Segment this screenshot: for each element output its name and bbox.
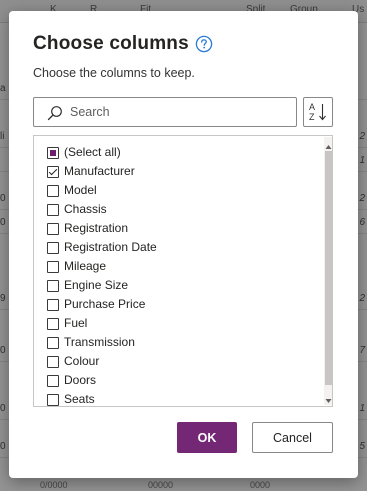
column-item[interactable]: Purchase Price [47, 295, 307, 313]
scroll-thumb[interactable] [325, 151, 332, 385]
column-item[interactable]: Colour [47, 352, 307, 370]
column-item[interactable]: Engine Size [47, 276, 307, 294]
checkbox[interactable] [47, 299, 59, 311]
column-item-label: Registration Date [64, 240, 157, 254]
ok-button[interactable]: OK [177, 422, 237, 453]
column-item-label: Doors [64, 373, 97, 387]
checkbox[interactable] [47, 223, 59, 235]
column-item-label: Model [64, 183, 97, 197]
choose-columns-dialog: Choose columns Choose the columns to kee… [9, 11, 358, 478]
checkbox[interactable] [47, 394, 59, 406]
checkbox[interactable] [47, 242, 59, 254]
checkbox[interactable] [47, 185, 59, 197]
column-item[interactable]: Seats [47, 390, 307, 406]
select-all-item[interactable]: (Select all) [47, 143, 307, 161]
column-item[interactable]: Registration [47, 219, 307, 237]
sort-button[interactable]: A Z [303, 97, 333, 127]
checkbox[interactable] [47, 261, 59, 273]
column-item-label: Transmission [64, 335, 135, 349]
checkbox[interactable] [47, 204, 59, 216]
column-item[interactable]: Chassis [47, 200, 307, 218]
column-item-label: Purchase Price [64, 297, 146, 311]
column-item[interactable]: Fuel [47, 314, 307, 332]
cancel-button[interactable]: Cancel [252, 422, 333, 453]
column-item[interactable]: Transmission [47, 333, 307, 351]
search-box[interactable] [33, 97, 297, 127]
list-scrollbar[interactable] [324, 137, 332, 405]
column-item[interactable]: Doors [47, 371, 307, 389]
checkbox[interactable] [47, 337, 59, 349]
checkbox[interactable] [47, 166, 59, 178]
column-item-label: Seats [64, 392, 95, 406]
column-item-label: (Select all) [64, 145, 121, 159]
column-item-label: Fuel [64, 316, 88, 330]
search-input[interactable] [70, 102, 290, 122]
checkbox[interactable] [47, 375, 59, 387]
column-item-label: Manufacturer [64, 164, 135, 178]
column-item[interactable]: Mileage [47, 257, 307, 275]
column-item-label: Chassis [64, 202, 107, 216]
scroll-up-arrow-icon[interactable] [324, 139, 332, 149]
column-item-label: Registration [64, 221, 129, 235]
dialog-subtitle: Choose the columns to keep. [33, 66, 195, 80]
column-item-label: Mileage [64, 259, 107, 273]
dialog-title: Choose columns [33, 33, 189, 54]
column-item-label: Engine Size [64, 278, 129, 292]
search-icon [47, 105, 63, 121]
checkbox[interactable] [47, 280, 59, 292]
sort-ascending-icon: A Z [309, 102, 326, 122]
column-item[interactable]: Manufacturer [47, 162, 307, 180]
column-item[interactable]: Model [47, 181, 307, 199]
sort-glyph-top: A [309, 102, 315, 112]
sort-glyph-bottom: Z [309, 112, 315, 122]
checkbox[interactable] [47, 356, 59, 368]
columns-list[interactable]: (Select all) Manufacturer Model Chassis Regi… [33, 135, 333, 407]
help-circle-icon[interactable] [195, 35, 213, 53]
scroll-down-arrow-icon[interactable] [324, 393, 332, 403]
column-item[interactable]: Registration Date [47, 238, 307, 256]
checkbox[interactable] [47, 318, 59, 330]
column-item-label: Colour [64, 354, 100, 368]
checkbox[interactable] [47, 147, 59, 159]
